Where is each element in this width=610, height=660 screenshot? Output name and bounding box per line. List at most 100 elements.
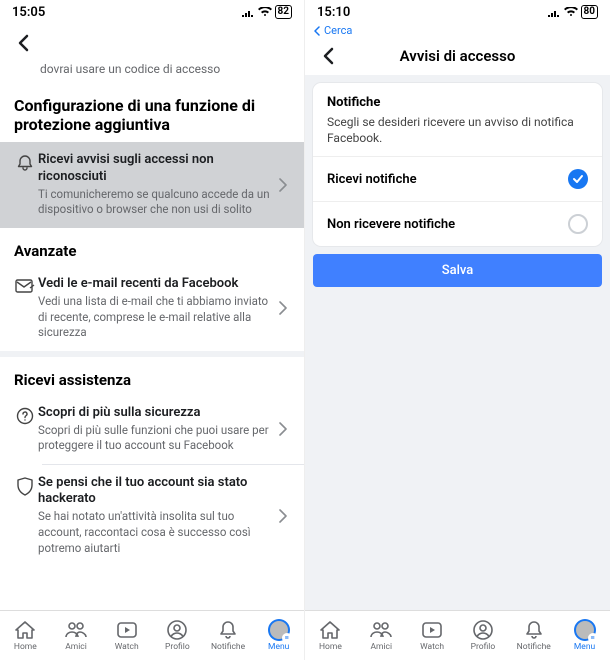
section-title-advanced: Avanzate [0, 228, 304, 266]
tab-menu[interactable]: ≡ Menu [559, 611, 610, 660]
status-time: 15:10 [317, 5, 350, 20]
signal-icon [241, 7, 255, 17]
tab-label: Notifiche [517, 642, 551, 652]
tab-watch[interactable]: Watch [407, 611, 458, 660]
row-body: Ricevi avvisi sugli accessi non riconosc… [38, 152, 272, 218]
breadcrumb-label: Cerca [324, 24, 352, 37]
signal-icon [547, 7, 561, 17]
tab-label: Notifiche [211, 642, 245, 652]
menu-avatar-icon: ≡ [574, 619, 596, 641]
row-learn-more-security[interactable]: Scopri di più sulla sicurezza Scopri di … [0, 395, 304, 464]
battery-indicator: 82 [275, 5, 292, 19]
tab-label: Amici [65, 642, 87, 652]
chevron-left-icon [322, 47, 334, 65]
row-recent-emails[interactable]: Vedi le e-mail recenti da Facebook Vedi … [0, 266, 304, 351]
card-header: Notifiche Scegli se desideri ricevere un… [313, 83, 602, 156]
status-indicators: 80 [547, 5, 598, 19]
row-subtitle: Ti comunicheremo se qualcuno accede da u… [38, 187, 272, 218]
screen-login-alerts: 15:10 80 Cerca Avvisi di accesso Notific… [305, 0, 610, 660]
tab-label: Profilo [471, 642, 496, 652]
home-icon [14, 619, 36, 641]
tab-bar: Home Amici Watch Profilo Notifiche ≡ Men… [0, 610, 304, 660]
friends-icon [64, 619, 88, 641]
tab-watch[interactable]: Watch [101, 611, 152, 660]
row-title: Se pensi che il tuo account sia stato ha… [38, 475, 272, 508]
row-title: Ricevi avvisi sugli accessi non riconosc… [38, 152, 272, 185]
row-body: Vedi le e-mail recenti da Facebook Vedi … [38, 276, 272, 341]
screen-security-settings: 15:05 82 dovrai usare un codice di acces… [0, 0, 305, 660]
status-indicators: 82 [241, 5, 292, 19]
tab-home[interactable]: Home [0, 611, 51, 660]
tab-menu[interactable]: ≡ Menu [253, 611, 304, 660]
menu-avatar-icon: ≡ [268, 619, 290, 641]
tab-label: Menu [574, 642, 595, 652]
row-login-alerts[interactable]: Ricevi avvisi sugli accessi non riconosc… [0, 142, 304, 228]
profile-icon [167, 619, 187, 641]
row-body: Scopri di più sulla sicurezza Scopri di … [38, 405, 272, 454]
row-subtitle: Vedi una lista di e-mail che ti abbiamo … [38, 294, 272, 341]
bell-icon [218, 619, 238, 641]
envelope-icon [12, 276, 38, 294]
tab-home[interactable]: Home [305, 611, 356, 660]
notifications-card: Notifiche Scegli se desideri ricevere un… [313, 83, 602, 246]
option-dont-receive-notifications[interactable]: Non ricevere notifiche [313, 201, 602, 246]
bell-icon [12, 152, 38, 172]
option-receive-notifications[interactable]: Ricevi notifiche [313, 156, 602, 201]
section-title-extra-protection: Configurazione di una funzione di protez… [0, 86, 304, 142]
status-time: 15:05 [12, 5, 45, 20]
tab-notifications[interactable]: Notifiche [203, 611, 254, 660]
tab-label: Menu [268, 642, 289, 652]
tab-notifications[interactable]: Notifiche [508, 611, 559, 660]
home-icon [319, 619, 341, 641]
wifi-icon [564, 7, 578, 17]
friends-icon [369, 619, 393, 641]
page-title: Avvisi di accesso [305, 47, 610, 65]
alerts-scroll[interactable]: Notifiche Scegli se desideri ricevere un… [305, 75, 610, 610]
chevron-right-icon [272, 178, 294, 192]
chevron-right-icon [272, 422, 294, 436]
row-account-hacked[interactable]: Se pensi che il tuo account sia stato ha… [0, 465, 304, 566]
shield-icon [12, 475, 38, 497]
tab-friends[interactable]: Amici [51, 611, 102, 660]
tab-bar: Home Amici Watch Profilo Notifiche ≡ Men… [305, 610, 610, 660]
header [0, 24, 304, 62]
watch-icon [421, 619, 443, 641]
tab-label: Watch [420, 642, 444, 652]
tab-label: Home [14, 642, 37, 652]
row-title: Vedi le e-mail recenti da Facebook [38, 276, 272, 292]
chevron-right-icon [272, 301, 294, 315]
save-button[interactable]: Salva [313, 254, 602, 287]
status-bar: 15:05 82 [0, 0, 304, 24]
tab-profile[interactable]: Profilo [152, 611, 203, 660]
previous-row-subtitle: dovrai usare un codice di accesso [0, 62, 304, 86]
breadcrumb-back[interactable]: Cerca [313, 24, 610, 37]
row-body: Se pensi che il tuo account sia stato ha… [38, 475, 272, 556]
battery-indicator: 80 [581, 5, 598, 19]
card-title: Notifiche [327, 95, 588, 110]
profile-icon [473, 619, 493, 641]
row-subtitle: Scopri di più sulle funzioni che puoi us… [38, 423, 272, 454]
radio-selected-icon [568, 169, 588, 189]
section-title-help: Ricevi assistenza [0, 357, 304, 395]
tab-label: Profilo [165, 642, 190, 652]
chevron-left-icon [17, 34, 29, 52]
tab-label: Home [319, 642, 342, 652]
chevron-left-icon [313, 26, 321, 36]
watch-icon [116, 619, 138, 641]
settings-scroll[interactable]: dovrai usare un codice di accesso Config… [0, 62, 304, 610]
tab-label: Watch [115, 642, 139, 652]
row-title: Scopri di più sulla sicurezza [38, 405, 272, 421]
tab-label: Amici [370, 642, 392, 652]
status-bar: 15:10 80 [305, 0, 610, 24]
back-button[interactable] [313, 41, 343, 71]
tab-profile[interactable]: Profilo [457, 611, 508, 660]
header: Avvisi di accesso [305, 37, 610, 75]
question-circle-icon [12, 405, 38, 425]
back-button[interactable] [8, 28, 38, 58]
bell-icon [524, 619, 544, 641]
wifi-icon [258, 7, 272, 17]
card-subtitle: Scegli se desideri ricevere un avviso di… [327, 114, 588, 146]
row-subtitle: Se hai notato un'attività insolita sul t… [38, 509, 272, 556]
tab-friends[interactable]: Amici [356, 611, 407, 660]
radio-unselected-icon [568, 214, 588, 234]
